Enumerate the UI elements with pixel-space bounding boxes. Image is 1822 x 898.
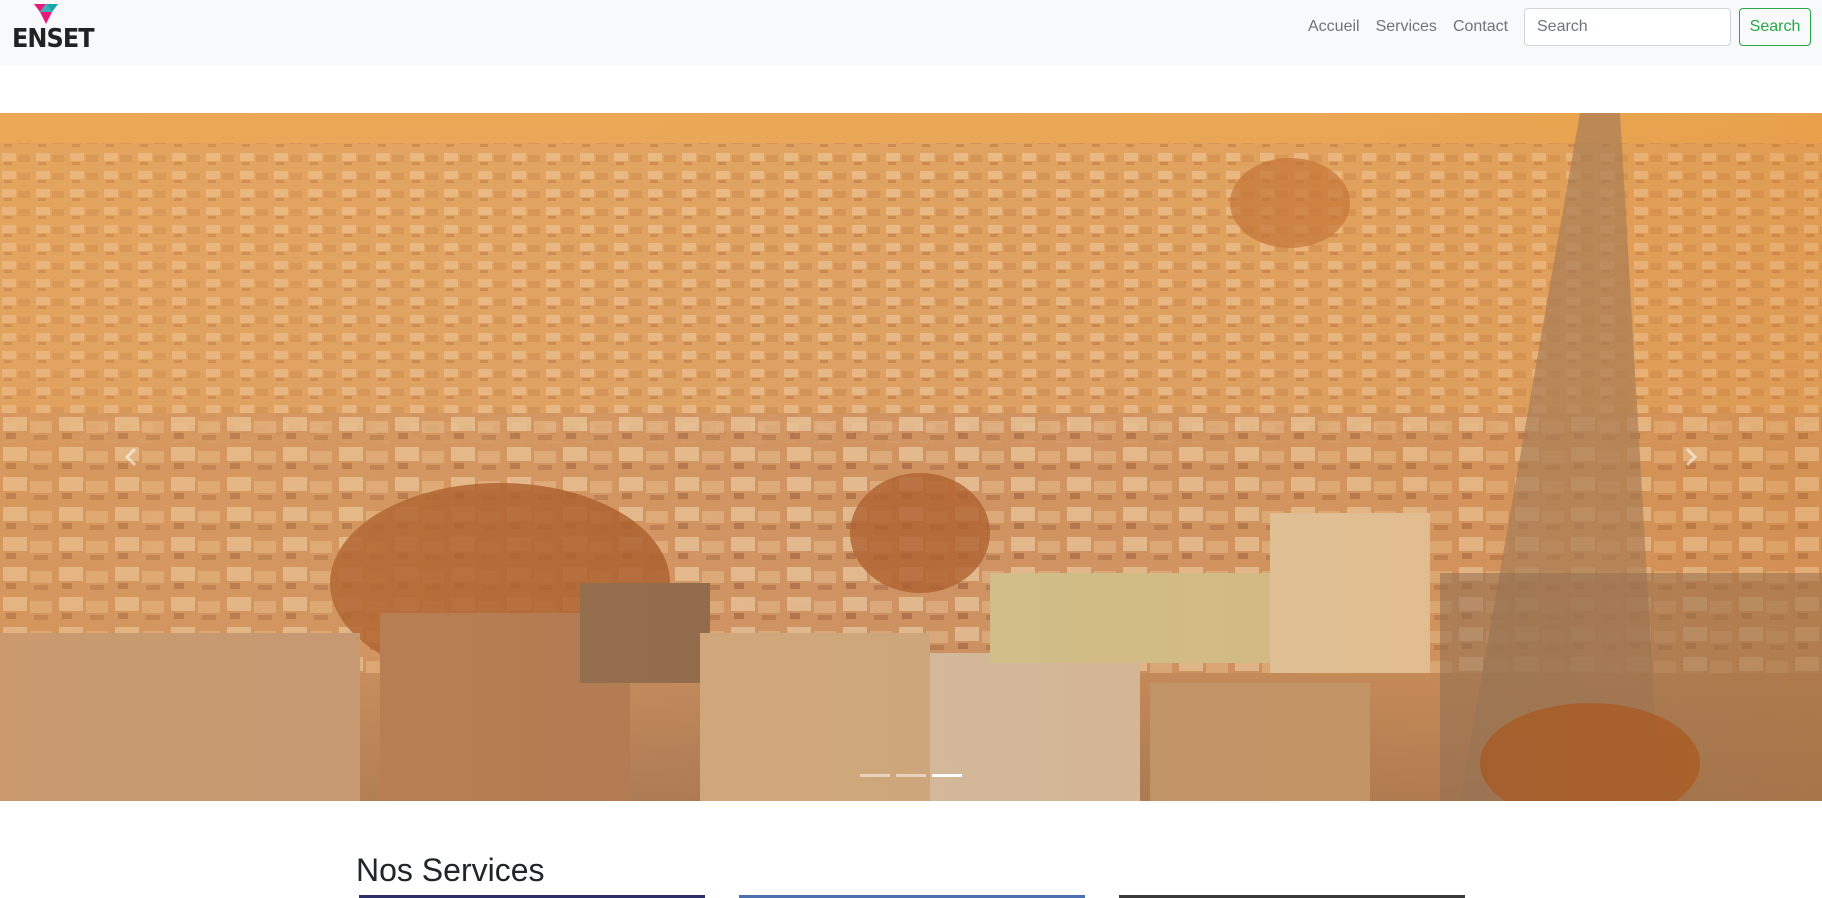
brand-text: ENSET bbox=[12, 24, 95, 54]
chevron-right-icon bbox=[1685, 447, 1698, 467]
search-button[interactable]: Search bbox=[1739, 8, 1811, 46]
search-form: Search bbox=[1524, 8, 1811, 46]
navbar: ENSET Accueil Services Contact Search bbox=[0, 0, 1822, 65]
carousel-prev-button[interactable] bbox=[0, 113, 264, 801]
services-heading: Nos Services bbox=[356, 852, 545, 888]
brand-logo[interactable]: ENSET bbox=[12, 2, 95, 56]
hero-carousel bbox=[0, 113, 1822, 801]
nav-link-accueil[interactable]: Accueil bbox=[1300, 17, 1368, 37]
carousel-indicator-3[interactable] bbox=[932, 774, 962, 777]
carousel-indicator-2[interactable] bbox=[896, 774, 926, 777]
city-aerial-sunset-image bbox=[0, 113, 1822, 801]
carousel-indicators bbox=[0, 774, 1822, 777]
nav-links: Accueil Services Contact bbox=[1300, 17, 1516, 37]
chevron-left-icon bbox=[124, 447, 137, 467]
search-input[interactable] bbox=[1524, 8, 1731, 46]
nav-link-services[interactable]: Services bbox=[1368, 17, 1445, 37]
nav-link-contact[interactable]: Contact bbox=[1445, 17, 1516, 37]
carousel-indicator-1[interactable] bbox=[860, 774, 890, 777]
enset-logo-mark-icon bbox=[34, 4, 58, 24]
carousel-next-button[interactable] bbox=[1558, 113, 1822, 801]
